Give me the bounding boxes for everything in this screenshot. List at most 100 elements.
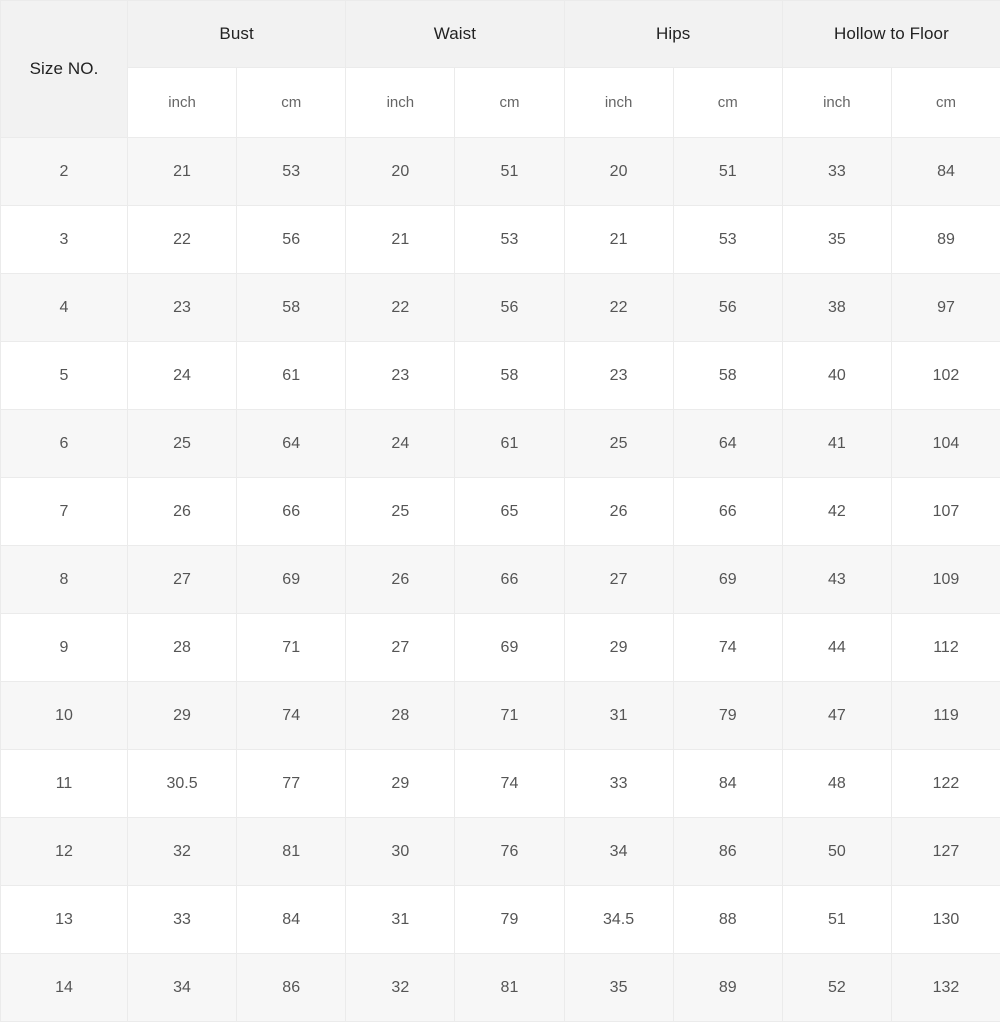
unit-header-bust-cm: cm <box>237 68 346 138</box>
table-cell: 81 <box>237 818 346 886</box>
table-cell: 69 <box>455 614 564 682</box>
column-group-header-waist: Waist <box>346 1 564 68</box>
table-row: 625642461256441104 <box>1 410 1000 478</box>
table-cell: 84 <box>891 138 1000 206</box>
table-cell: 66 <box>455 546 564 614</box>
table-cell: 84 <box>237 886 346 954</box>
table-cell: 40 <box>782 342 891 410</box>
table-cell: 33 <box>782 138 891 206</box>
table-cell: 38 <box>782 274 891 342</box>
table-cell: 52 <box>782 954 891 1022</box>
table-cell: 23 <box>564 342 673 410</box>
table-cell: 33 <box>564 750 673 818</box>
table-cell: 97 <box>891 274 1000 342</box>
table-cell: 86 <box>673 818 782 886</box>
table-cell: 86 <box>237 954 346 1022</box>
table-row: 1029742871317947119 <box>1 682 1000 750</box>
table-cell: 65 <box>455 478 564 546</box>
cell-size-no: 6 <box>1 410 128 478</box>
table-cell: 35 <box>782 206 891 274</box>
table-cell: 71 <box>237 614 346 682</box>
table-cell: 23 <box>346 342 455 410</box>
column-header-size-no: Size NO. <box>1 1 128 138</box>
cell-size-no: 5 <box>1 342 128 410</box>
table-cell: 66 <box>237 478 346 546</box>
table-cell: 56 <box>237 206 346 274</box>
table-cell: 56 <box>673 274 782 342</box>
group-header-row: Size NO. Bust Waist Hips Hollow to Floor <box>1 1 1000 68</box>
table-row: 928712769297444112 <box>1 614 1000 682</box>
table-cell: 50 <box>782 818 891 886</box>
cell-size-no: 12 <box>1 818 128 886</box>
table-cell: 76 <box>455 818 564 886</box>
unit-header-row: inch cm inch cm inch cm inch cm <box>1 68 1000 138</box>
cell-size-no: 13 <box>1 886 128 954</box>
table-cell: 21 <box>128 138 237 206</box>
table-cell: 71 <box>455 682 564 750</box>
unit-header-waist-cm: cm <box>455 68 564 138</box>
cell-size-no: 10 <box>1 682 128 750</box>
table-cell: 109 <box>891 546 1000 614</box>
table-cell: 74 <box>237 682 346 750</box>
table-cell: 27 <box>346 614 455 682</box>
table-cell: 27 <box>564 546 673 614</box>
table-cell: 51 <box>673 138 782 206</box>
table-row: 22153205120513384 <box>1 138 1000 206</box>
table-cell: 81 <box>455 954 564 1022</box>
table-cell: 35 <box>564 954 673 1022</box>
table-cell: 53 <box>237 138 346 206</box>
table-cell: 30 <box>346 818 455 886</box>
cell-size-no: 11 <box>1 750 128 818</box>
table-cell: 56 <box>455 274 564 342</box>
table-cell: 58 <box>673 342 782 410</box>
table-cell: 43 <box>782 546 891 614</box>
cell-size-no: 7 <box>1 478 128 546</box>
table-cell: 22 <box>564 274 673 342</box>
cell-size-no: 8 <box>1 546 128 614</box>
table-row: 1130.5772974338448122 <box>1 750 1000 818</box>
table-cell: 74 <box>455 750 564 818</box>
unit-header-hips-cm: cm <box>673 68 782 138</box>
column-group-header-bust: Bust <box>128 1 346 68</box>
table-row: 524612358235840102 <box>1 342 1000 410</box>
table-row: 1434863281358952132 <box>1 954 1000 1022</box>
table-cell: 22 <box>128 206 237 274</box>
table-cell: 119 <box>891 682 1000 750</box>
table-cell: 104 <box>891 410 1000 478</box>
table-cell: 53 <box>673 206 782 274</box>
table-cell: 53 <box>455 206 564 274</box>
table-cell: 130 <box>891 886 1000 954</box>
table-row: 1232813076348650127 <box>1 818 1000 886</box>
table-cell: 122 <box>891 750 1000 818</box>
cell-size-no: 9 <box>1 614 128 682</box>
table-cell: 34.5 <box>564 886 673 954</box>
table-cell: 29 <box>346 750 455 818</box>
table-cell: 77 <box>237 750 346 818</box>
table-cell: 28 <box>128 614 237 682</box>
table-cell: 33 <box>128 886 237 954</box>
table-cell: 26 <box>564 478 673 546</box>
table-cell: 21 <box>346 206 455 274</box>
table-cell: 29 <box>128 682 237 750</box>
unit-header-hips-inch: inch <box>564 68 673 138</box>
table-cell: 41 <box>782 410 891 478</box>
table-cell: 69 <box>237 546 346 614</box>
table-cell: 25 <box>346 478 455 546</box>
table-cell: 107 <box>891 478 1000 546</box>
table-cell: 29 <box>564 614 673 682</box>
table-cell: 79 <box>455 886 564 954</box>
table-cell: 32 <box>346 954 455 1022</box>
table-cell: 47 <box>782 682 891 750</box>
table-cell: 21 <box>564 206 673 274</box>
table-cell: 88 <box>673 886 782 954</box>
table-cell: 84 <box>673 750 782 818</box>
table-cell: 127 <box>891 818 1000 886</box>
table-cell: 23 <box>128 274 237 342</box>
table-cell: 34 <box>128 954 237 1022</box>
table-row: 827692666276943109 <box>1 546 1000 614</box>
table-cell: 51 <box>455 138 564 206</box>
table-cell: 44 <box>782 614 891 682</box>
table-cell: 26 <box>128 478 237 546</box>
table-cell: 27 <box>128 546 237 614</box>
cell-size-no: 14 <box>1 954 128 1022</box>
